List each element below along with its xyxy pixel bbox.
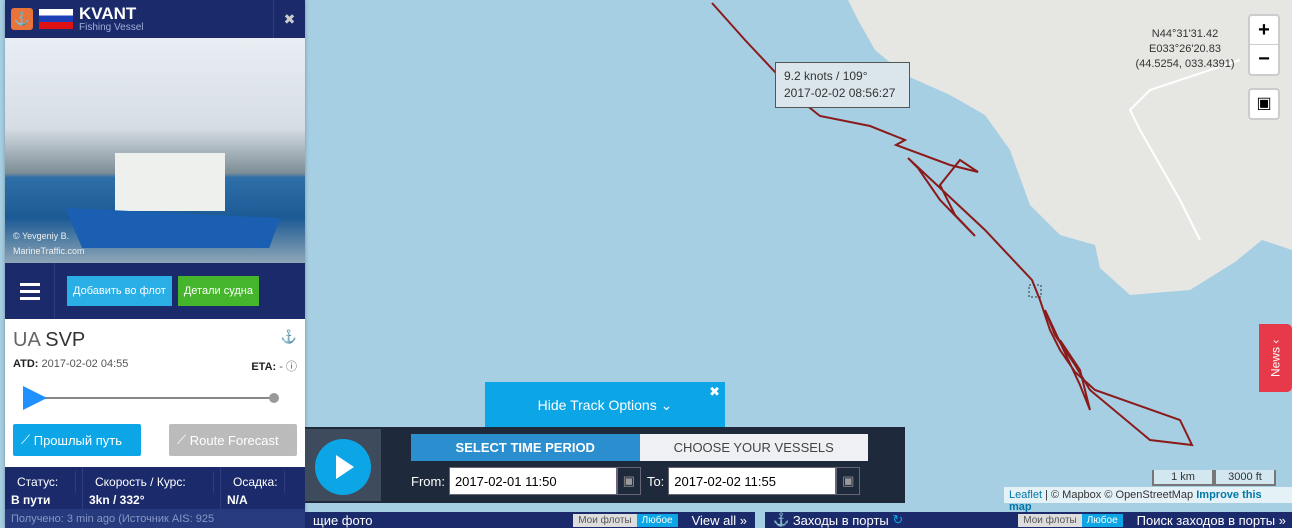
map-layers-icon[interactable]: ▣ [1248,88,1280,120]
vessel-photo[interactable]: © Yevgeniy B. MarineTraffic.com [5,38,305,263]
vessel-stats: Статус: В пути Скорость / Курс: 3kn / 332°… [5,467,305,509]
play-icon [315,439,371,495]
tab-choose-vessels[interactable]: CHOOSE YOUR VESSELS [639,434,868,461]
play-button[interactable] [305,429,381,501]
close-icon[interactable]: ✖ [709,384,720,400]
photos-section: щие фото Мои флоты Любое View all » [305,512,755,528]
my-fleets-toggle[interactable]: Мои флоты [1018,513,1082,527]
map-scale: 1 km 3000 ft [1152,470,1276,486]
add-to-fleet-button[interactable]: Добавить во флот [67,276,172,306]
info-icon[interactable]: ⓘ [286,361,297,373]
photo-credit: © Yevgeniy B. [13,231,70,241]
coordinates-readout: N44°31'31.42 E033°26'20.83 (44.5254, 033.4… [1135,28,1235,70]
received-info: Получено: 3 min ago (Источник AIS: 925 [5,509,305,528]
to-date-input[interactable] [668,467,837,495]
close-icon[interactable]: ✖ [273,0,305,38]
destination-port: UA SVP [13,329,86,351]
speed-course-value: 3kn / 332° [89,493,145,507]
photo-site: MarineTraffic.com [13,246,85,256]
view-all-link[interactable]: View all » [692,513,747,528]
vessel-name: KVANT [79,3,137,23]
vessel-arrow-icon [23,386,47,410]
route-icon: ⟋ [21,432,31,447]
chevron-down-icon: ⌄ [660,396,673,413]
zoom-in-button[interactable]: + [1250,16,1278,45]
news-tab[interactable]: News ‹ [1259,324,1292,392]
eta-value: - [279,361,283,373]
vessel-details-button[interactable]: Детали судна [177,276,259,306]
track-point-tooltip: 9.2 knots / 109° 2017-02-02 08:56:27 [775,62,910,108]
fishing-vessel-icon: ⚓ [11,8,33,30]
russia-flag-icon [39,9,73,29]
calendar-icon[interactable]: ▣ [836,467,861,495]
route-forecast-button[interactable]: ⟋ Route Forecast [169,424,297,456]
track-options-panel: SELECT TIME PERIOD CHOOSE YOUR VESSELS F… [305,427,905,503]
zoom-out-button[interactable]: − [1250,45,1278,74]
vessel-type: Fishing Vessel [79,21,144,33]
from-date-input[interactable] [448,467,617,495]
refresh-icon[interactable]: ↻ [892,512,903,528]
past-track-button[interactable]: ⟋ Прошлый путь [13,424,141,456]
search-port-calls-link[interactable]: Поиск заходов в порты » [1137,513,1286,528]
zoom-control: + − [1248,14,1280,76]
any-toggle[interactable]: Любое [636,513,678,527]
route-icon: ⟋ [177,432,187,447]
vessel-panel: ⚓ KVANT Fishing Vessel ✖ © Yevgeniy B. Mar… [5,0,305,528]
menu-icon[interactable] [5,263,55,319]
tab-select-time-period[interactable]: SELECT TIME PERIOD [411,434,640,461]
anchor-icon: ⚓ [773,512,790,527]
atd-value: 2017-02-02 04:55 [41,358,129,370]
port-calls-section: ⚓ Заходы в порты ↻ Мои флоты Любое Поиск за… [765,512,1292,528]
map-attribution: Leaflet | © Mapbox © OpenStreetMap Impro… [1004,487,1292,513]
vessel-header: ⚓ KVANT Fishing Vessel ✖ [5,0,305,38]
leaflet-link[interactable]: Leaflet [1009,489,1042,501]
hide-track-options-button[interactable]: Hide Track Options ⌄ ✖ [485,382,725,428]
draught-value: N/A [227,493,248,507]
voyage-progress [13,382,297,412]
anchor-help-icon[interactable]: ⚓ [281,329,297,352]
status-value: В пути [11,493,51,507]
any-toggle[interactable]: Любое [1081,513,1123,527]
my-fleets-toggle[interactable]: Мои флоты [573,513,637,527]
calendar-icon[interactable]: ▣ [616,467,641,495]
